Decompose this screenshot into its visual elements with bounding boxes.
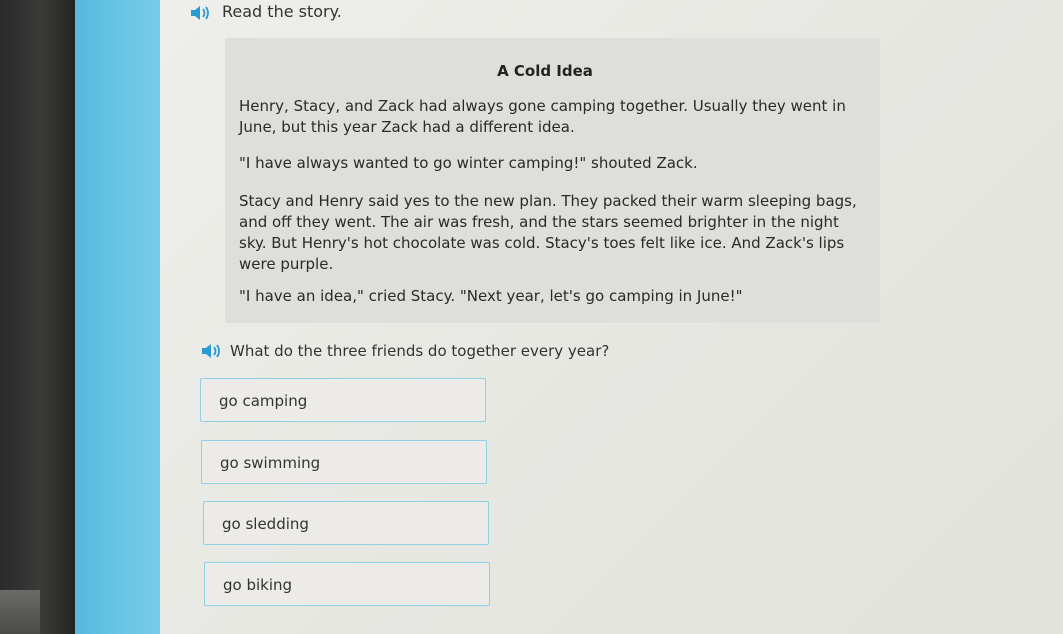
instruction-text: Read the story. [222,2,342,21]
question-text: What do the three friends do together ev… [230,342,610,360]
story-paragraph: Stacy and Henry said yes to the new plan… [239,192,857,273]
device-bezel [0,0,75,634]
answer-choice[interactable]: go biking [204,562,490,606]
story-paragraph: Henry, Stacy, and Zack had always gone c… [239,97,846,136]
answer-choice[interactable]: go sledding [203,501,489,545]
story-panel: A Cold Idea Henry, Stacy, and Zack had a… [225,38,880,323]
bezel-reflection [0,590,40,634]
answer-choice[interactable]: go camping [200,378,486,422]
story-paragraph: "I have an idea," cried Stacy. "Next yea… [239,287,743,305]
speaker-icon[interactable] [190,4,212,22]
speaker-icon[interactable] [201,342,223,360]
story-paragraph: "I have always wanted to go winter campi… [239,154,698,172]
story-title: A Cold Idea [497,62,593,80]
side-strip [75,0,160,634]
answer-choice[interactable]: go swimming [201,440,487,484]
